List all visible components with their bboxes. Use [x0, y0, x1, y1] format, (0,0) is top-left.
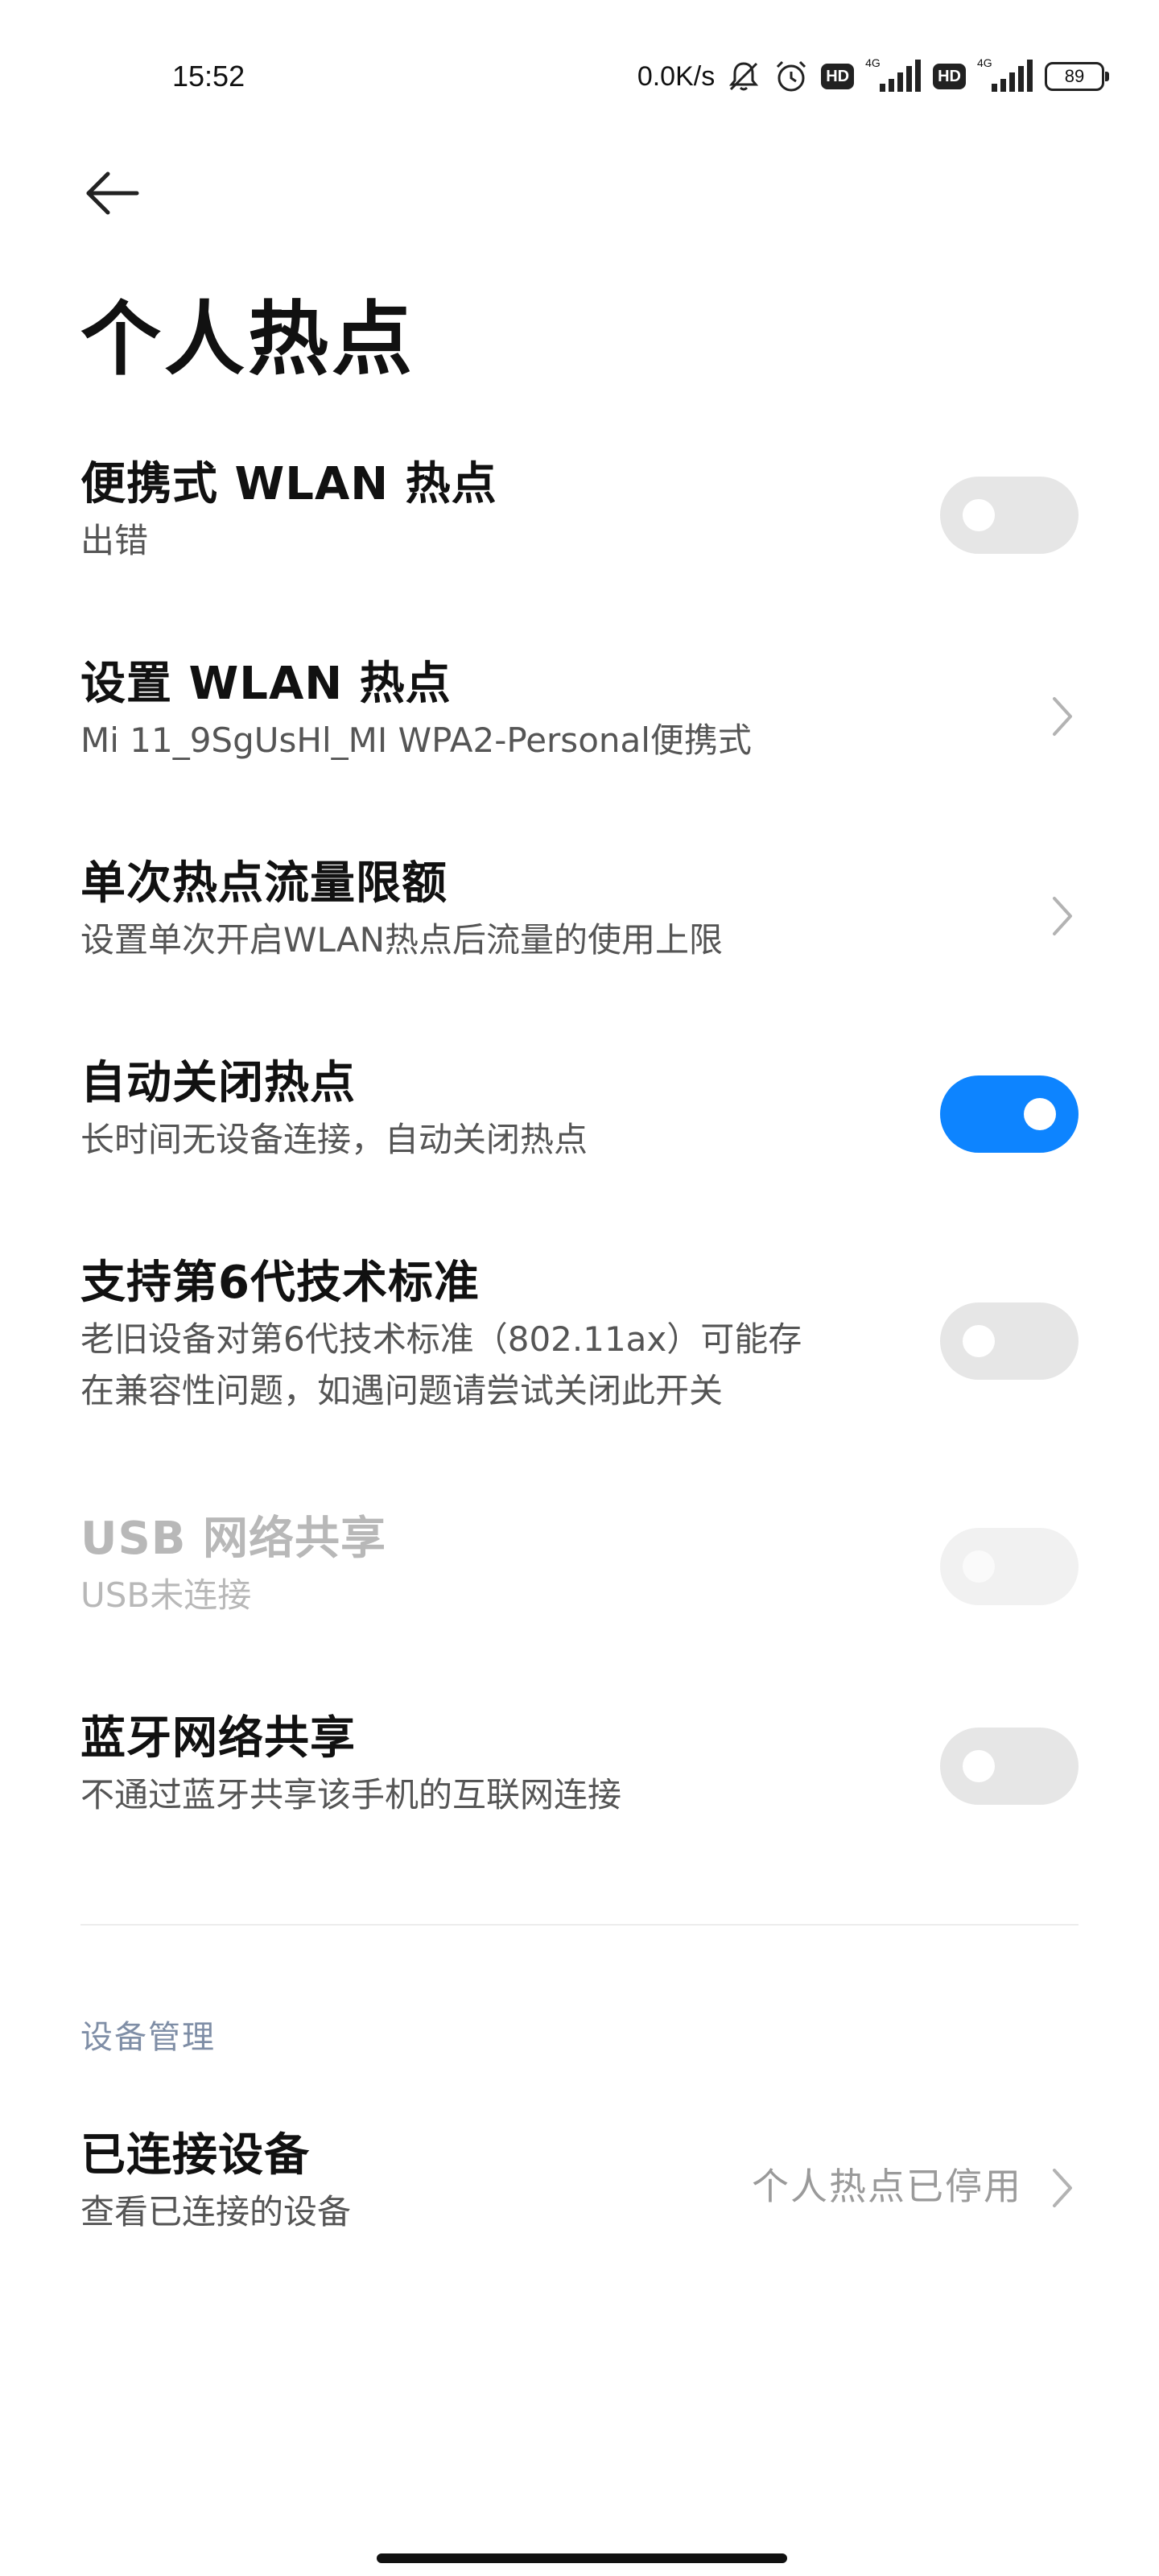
portable-hotspot-title: 便携式 WLAN 热点 [80, 458, 497, 510]
toggle-knob [1024, 1098, 1056, 1130]
bt-tethering-title: 蓝牙网络共享 [80, 1712, 356, 1765]
hd-voice-badge-2: HD [933, 64, 966, 89]
wifi6-subtitle-line1: 老旧设备对第6代技术标准（802.11ax）可能存 [80, 1319, 802, 1359]
battery-icon: 89 [1045, 62, 1109, 91]
status-icons: 0.0K/s HD 4G HD 4G 89 [637, 56, 1109, 97]
usb-tethering-subtitle: USB未连接 [80, 1575, 252, 1615]
bt-tethering-toggle[interactable] [940, 1728, 1079, 1805]
alarm-icon [773, 58, 810, 95]
status-time: 15:52 [172, 60, 245, 93]
bt-tethering-row[interactable]: 蓝牙网络共享 不通过蓝牙共享该手机的互联网连接 [80, 1710, 1079, 1831]
chevron-right-icon [1053, 697, 1072, 736]
bt-tethering-subtitle: 不通过蓝牙共享该手机的互联网连接 [80, 1775, 622, 1814]
page-title: 个人热点 [80, 292, 415, 386]
wifi6-title: 支持第6代技术标准 [80, 1257, 480, 1309]
connected-devices-row[interactable]: 已连接设备 查看已连接的设备 个人热点已停用 [80, 2127, 1079, 2248]
auto-close-row[interactable]: 自动关闭热点 长时间无设备连接，自动关闭热点 [80, 1055, 1079, 1175]
toggle-knob [963, 1550, 995, 1583]
chevron-right-icon [1053, 2169, 1072, 2207]
cellular-signal-icon: 4G [865, 56, 922, 97]
auto-close-title: 自动关闭热点 [80, 1057, 356, 1109]
wifi6-subtitle-line2: 在兼容性问题，如遇问题请尝试关闭此开关 [80, 1371, 724, 1410]
section-divider [80, 1924, 1079, 1926]
status-bar: 15:52 0.0K/s HD 4G HD 4G 89 [0, 0, 1159, 161]
chevron-right-icon [1053, 897, 1072, 935]
portable-hotspot-toggle[interactable] [940, 477, 1079, 554]
auto-close-subtitle: 长时间无设备连接，自动关闭热点 [80, 1120, 588, 1159]
back-button[interactable] [80, 161, 145, 225]
data-limit-row[interactable]: 单次热点流量限额 设置单次开启WLAN热点后流量的使用上限 [80, 855, 1079, 976]
hd-voice-badge: HD [821, 64, 855, 89]
usb-tethering-toggle [940, 1528, 1079, 1605]
mute-notifications-icon [726, 59, 761, 94]
auto-close-toggle[interactable] [940, 1075, 1079, 1153]
device-management-header: 设备管理 [80, 2019, 216, 2056]
data-limit-title: 单次热点流量限额 [80, 857, 448, 910]
usb-tethering-title: USB 网络共享 [80, 1513, 386, 1565]
portable-hotspot-row[interactable]: 便携式 WLAN 热点 出错 [80, 456, 1079, 576]
toggle-knob [963, 499, 995, 531]
toggle-knob [963, 1750, 995, 1782]
wifi6-row[interactable]: 支持第6代技术标准 老旧设备对第6代技术标准（802.11ax）可能存 在兼容性… [80, 1254, 1079, 1431]
data-limit-subtitle: 设置单次开启WLAN热点后流量的使用上限 [80, 920, 724, 960]
back-arrow-icon [86, 171, 139, 215]
setup-hotspot-row[interactable]: 设置 WLAN 热点 Mi 11_9SgUsHl_MI WPA2-Persona… [80, 655, 1079, 776]
wifi6-toggle[interactable] [940, 1302, 1079, 1380]
usb-tethering-row: USB 网络共享 USB未连接 [80, 1510, 1079, 1631]
setup-hotspot-subtitle: Mi 11_9SgUsHl_MI WPA2-Personal便携式 [80, 720, 752, 760]
network-speed: 0.0K/s [637, 60, 716, 92]
portable-hotspot-status: 出错 [80, 521, 149, 560]
hotspot-status-value: 个人热点已停用 [752, 2165, 1022, 2208]
toggle-knob [963, 1325, 995, 1357]
cellular-signal-icon-2: 4G [977, 56, 1033, 97]
setup-hotspot-title: 设置 WLAN 热点 [80, 658, 452, 710]
home-indicator[interactable] [377, 2553, 787, 2563]
battery-level: 89 [1064, 66, 1085, 86]
